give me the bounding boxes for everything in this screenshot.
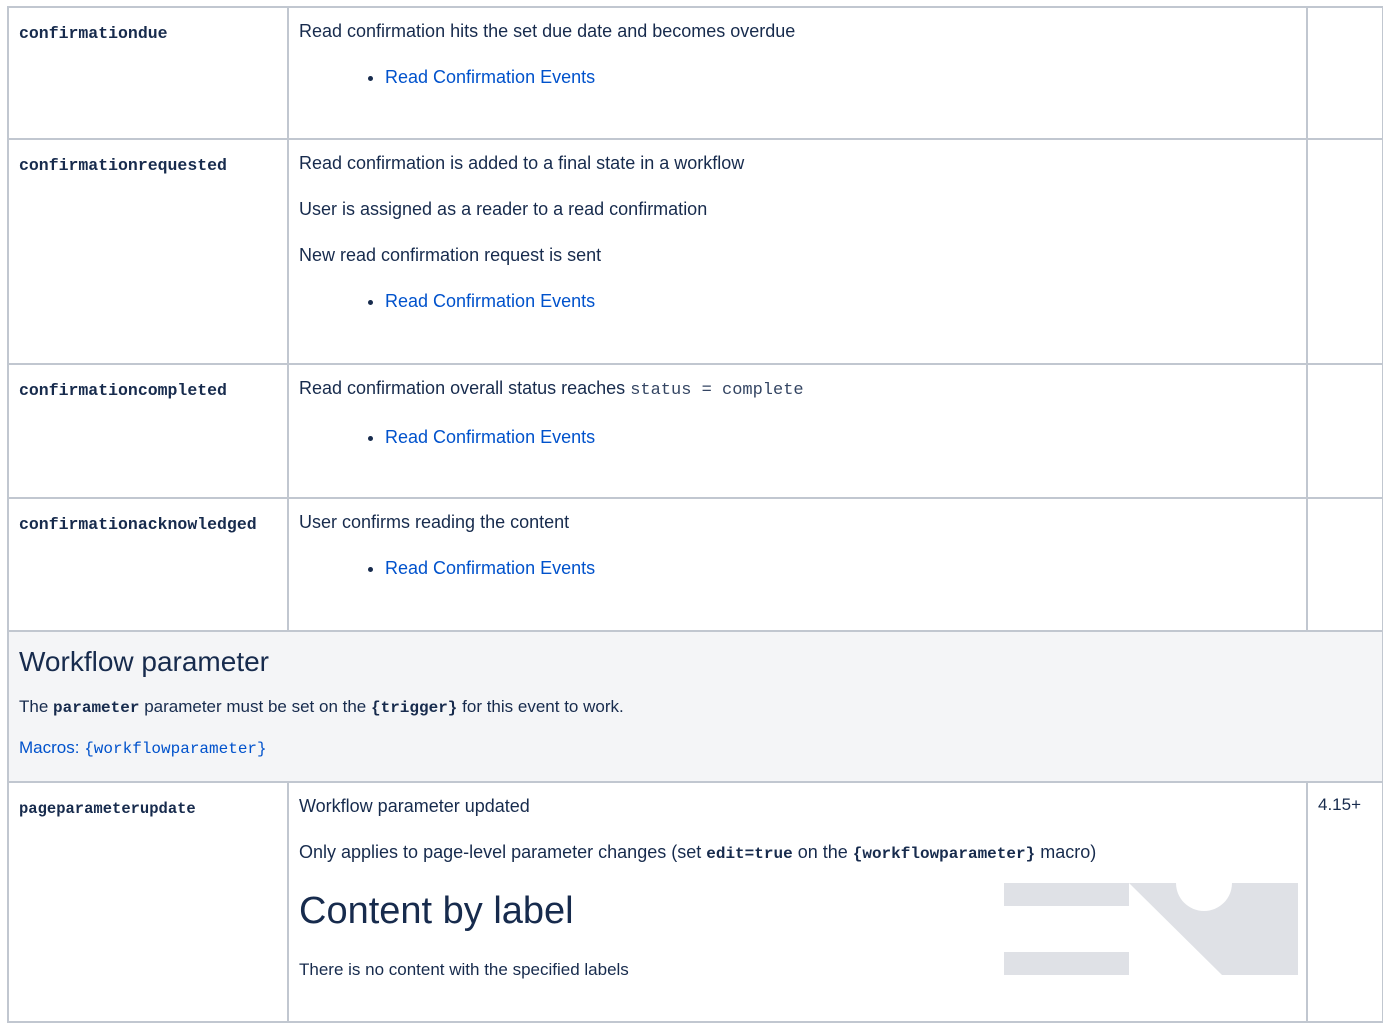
workflowparameter-macro-link[interactable]: {workflowparameter} bbox=[84, 740, 266, 758]
description-line: User is assigned as a reader to a read c… bbox=[299, 199, 708, 219]
event-description: Read confirmation overall status reaches… bbox=[287, 363, 1308, 499]
read-confirmation-events-link[interactable]: Read Confirmation Events bbox=[385, 67, 595, 87]
workflowparameter-macro: {workflowparameter} bbox=[852, 845, 1036, 863]
section-header-row: Workflow parameter The parameter paramet… bbox=[7, 630, 1383, 783]
read-confirmation-events-link[interactable]: Read Confirmation Events bbox=[385, 427, 595, 447]
events-table: confirmationdue Read confirmation hits t… bbox=[7, 6, 1383, 1023]
event-description: Read confirmation hits the set due date … bbox=[287, 6, 1308, 140]
parameter-code: parameter bbox=[53, 699, 140, 717]
description-line: Workflow parameter updated bbox=[299, 796, 530, 816]
version-cell bbox=[1306, 6, 1383, 140]
description-line: Read confirmation hits the set due date … bbox=[299, 21, 796, 41]
section-note: The parameter parameter must be set on t… bbox=[19, 697, 624, 717]
read-confirmation-events-link[interactable]: Read Confirmation Events bbox=[385, 291, 595, 311]
description-line: Read confirmation is added to a final st… bbox=[299, 153, 745, 173]
version-cell: 4.15+ bbox=[1306, 781, 1383, 1023]
section-header: Workflow parameter The parameter paramet… bbox=[7, 630, 1383, 783]
description-line: New read confirmation request is sent bbox=[299, 245, 602, 265]
table-row: confirmationacknowledged User confirms r… bbox=[7, 497, 1383, 632]
description-line: Only applies to page-level parameter cha… bbox=[299, 842, 1097, 863]
table-row: confirmationdue Read confirmation hits t… bbox=[7, 6, 1383, 140]
read-confirmation-events-link[interactable]: Read Confirmation Events bbox=[385, 558, 595, 578]
event-key: confirmationcompleted bbox=[7, 363, 289, 499]
macro-placeholder-icon bbox=[1004, 883, 1298, 975]
event-description: Read confirmation is added to a final st… bbox=[287, 138, 1308, 365]
version-cell bbox=[1306, 138, 1383, 365]
event-key: pageparameterupdate bbox=[7, 781, 289, 1023]
table-row: confirmationrequested Read confirmation … bbox=[7, 138, 1383, 365]
event-description: Workflow parameter updated Only applies … bbox=[287, 781, 1308, 1023]
edit-true-code: edit=true bbox=[706, 845, 793, 863]
table-row: pageparameterupdate Workflow parameter u… bbox=[7, 781, 1383, 1023]
status-code: status = complete bbox=[630, 381, 804, 400]
event-key: confirmationdue bbox=[7, 6, 289, 140]
event-key: confirmationacknowledged bbox=[7, 497, 289, 632]
trigger-macro: {trigger} bbox=[370, 699, 458, 717]
macros-label-link[interactable]: Macros: bbox=[19, 738, 79, 757]
table-row: confirmationcompleted Read confirmation … bbox=[7, 363, 1383, 499]
version-cell bbox=[1306, 363, 1383, 499]
description-line: Read confirmation overall status reaches… bbox=[299, 378, 804, 400]
event-description: User confirms reading the content Read C… bbox=[287, 497, 1308, 632]
macros-line: Macros: {workflowparameter} bbox=[19, 737, 1372, 760]
version-cell bbox=[1306, 497, 1383, 632]
description-line: User confirms reading the content bbox=[299, 512, 570, 532]
section-title: Workflow parameter bbox=[19, 646, 270, 677]
event-key: confirmationrequested bbox=[7, 138, 289, 365]
